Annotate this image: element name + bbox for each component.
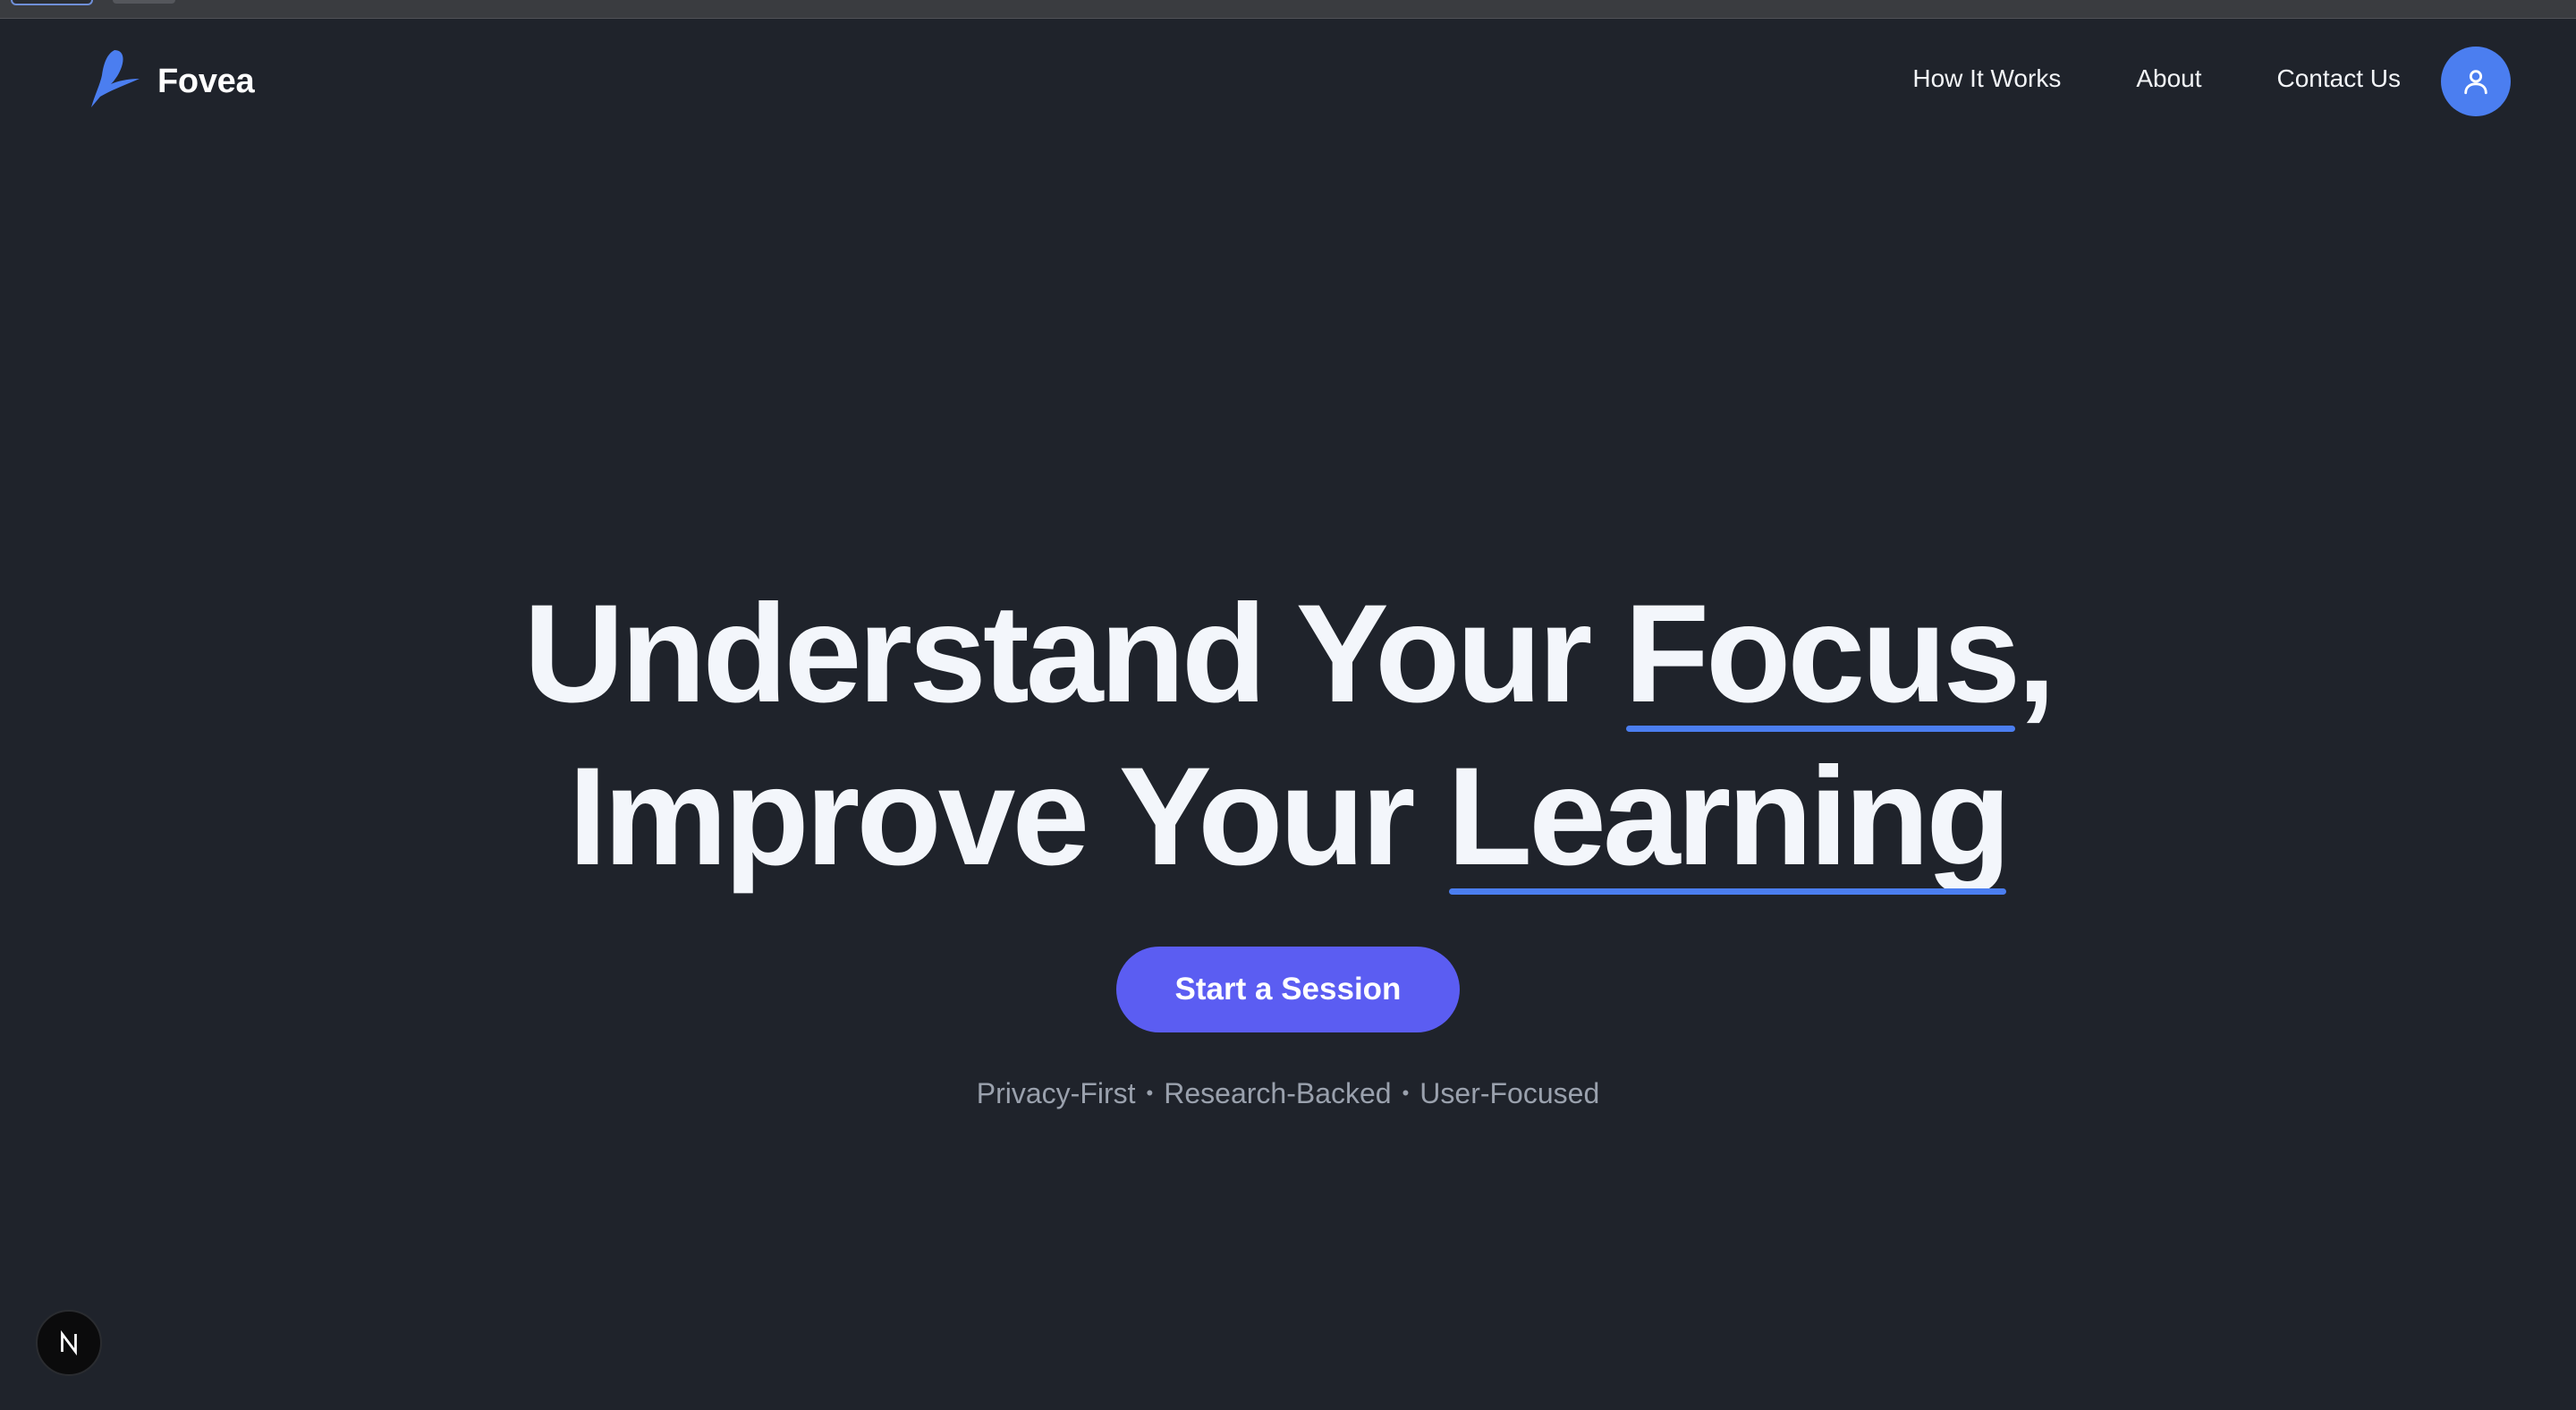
nav-link-contact-us[interactable]: Contact Us [2277, 64, 2402, 93]
browser-tab-active[interactable] [11, 0, 93, 5]
brand-logo-link[interactable]: Fovea [88, 48, 255, 115]
feather-logo-icon [91, 50, 140, 107]
headline-line-1: Understand Your Focus, [0, 573, 2576, 735]
brand-name: Fovea [157, 62, 255, 100]
tagline-item: Research-Backed [1164, 1077, 1392, 1109]
tagline-separator: • [1146, 1082, 1154, 1104]
nav-link-about[interactable]: About [2136, 64, 2201, 93]
headline-comma: , [2017, 576, 2055, 732]
headline-text: Improve Your [568, 739, 1447, 895]
highlight-learning: Learning [1447, 735, 2012, 898]
headline-text: Understand Your [523, 576, 1624, 732]
hero-section: Understand Your Focus, Improve Your Lear… [0, 573, 2576, 898]
hero-headline: Understand Your Focus, Improve Your Lear… [0, 573, 2576, 898]
hero-tagline: Privacy-First • Research-Backed • User-Focus… [0, 1077, 2576, 1110]
headline-line-2: Improve Your Learning [0, 735, 2576, 898]
tagline-item: User-Focused [1419, 1077, 1600, 1109]
browser-tab-strip [0, 0, 2576, 19]
landing-page: Fovea How It Works About Contact Us Unde… [0, 0, 2576, 1410]
start-session-button[interactable]: Start a Session [1116, 947, 1460, 1032]
highlight-focus: Focus [1624, 573, 2021, 735]
tagline-item: Privacy-First [976, 1077, 1136, 1109]
tagline-separator: • [1402, 1082, 1410, 1104]
nextjs-icon [61, 1329, 77, 1356]
nav-link-how-it-works[interactable]: How It Works [1912, 64, 2061, 93]
user-icon [2464, 70, 2487, 95]
profile-button[interactable] [2441, 47, 2511, 116]
nextjs-dev-badge[interactable] [36, 1310, 102, 1376]
main-nav: How It Works About Contact Us [1912, 64, 2401, 93]
browser-tab[interactable] [113, 0, 175, 4]
